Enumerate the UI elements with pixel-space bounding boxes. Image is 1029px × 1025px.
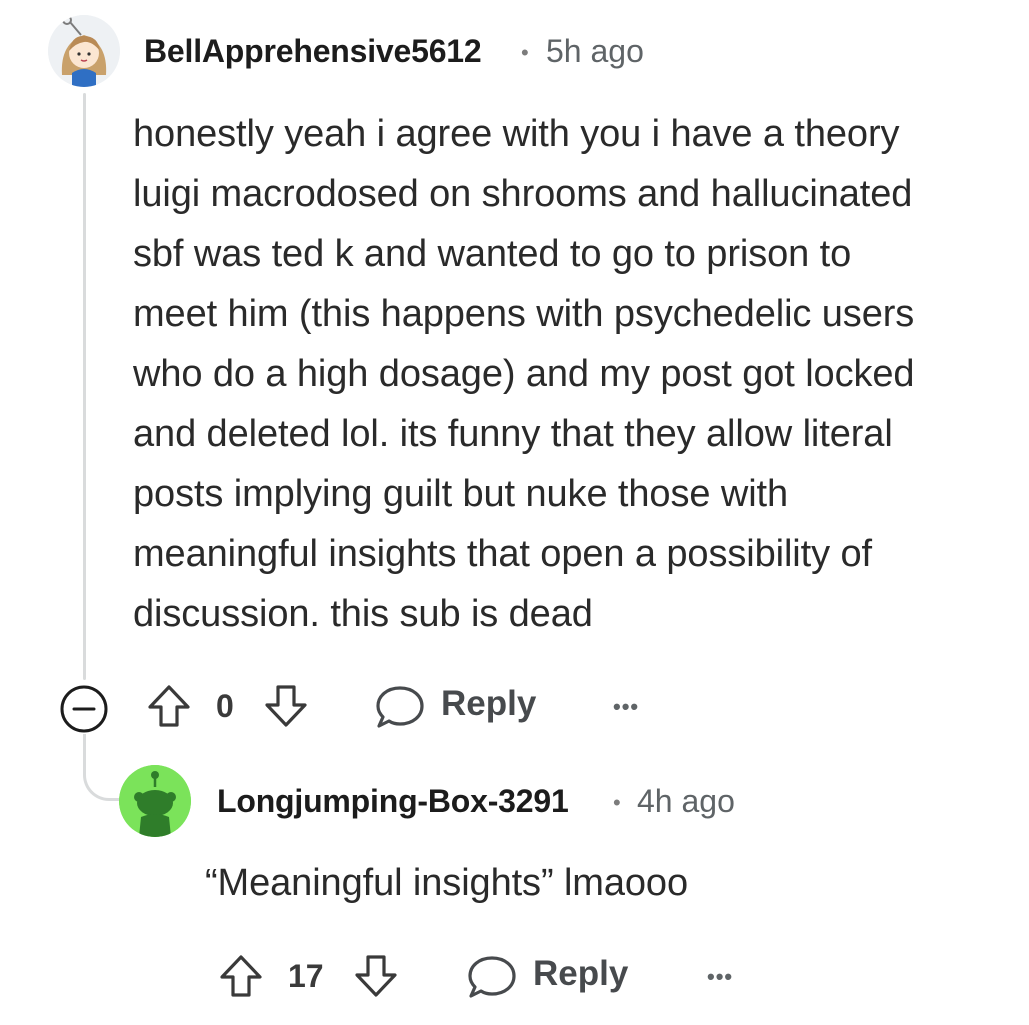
downvote-button[interactable] [263,683,309,734]
collapse-button[interactable] [58,683,110,740]
speech-bubble-icon [376,686,424,728]
reply-label[interactable]: Reply [533,954,628,994]
speech-bubble-icon [468,956,516,998]
arrow-down-icon [265,685,307,727]
username[interactable]: Longjumping-Box-3291 [217,783,569,820]
comment-line: and deleted lol. its funny that they all… [133,413,893,455]
comment-line: meet him (this happens with psychedelic … [133,293,915,335]
comment-body: honestly yeah i agree with you i have a … [133,104,915,644]
minus-circle-icon [60,685,108,733]
timestamp: 5h ago [546,33,644,69]
avatar[interactable] [119,765,191,837]
reply-button[interactable] [374,683,426,736]
arrow-down-icon [355,955,397,997]
upvote-button[interactable] [218,953,264,1004]
arrow-up-icon [220,955,262,997]
comment-line: meaningful insights that open a possibil… [133,533,872,575]
thread-line [83,93,86,680]
comment-body: “Meaningful insights” lmaooo [205,853,688,913]
timestamp: 4h ago [637,783,735,819]
more-options-button[interactable]: ••• [707,964,733,990]
comment-line: posts implying guilt but nuke those with [133,473,789,515]
upvote-button[interactable] [146,683,192,734]
comment-line: honestly yeah i agree with you i have a … [133,113,900,155]
thread-connector [83,734,124,801]
reply-button[interactable] [466,953,518,1006]
comment-line: discussion. this sub is dead [133,593,593,635]
comment-line: luigi macrodosed on shrooms and hallucin… [133,173,913,215]
vote-count: 17 [288,958,324,994]
comment-line: who do a high dosage) and my post got lo… [133,353,915,395]
comment-line: “Meaningful insights” lmaooo [205,862,688,904]
more-options-button[interactable]: ••• [613,694,639,720]
vote-count: 0 [216,688,234,724]
avatar-image [48,15,120,87]
arrow-up-icon [148,685,190,727]
separator-dot: • [613,790,621,815]
snoo-avatar-icon [119,765,191,837]
reply-label[interactable]: Reply [441,684,536,724]
downvote-button[interactable] [353,953,399,1004]
username[interactable]: BellApprehensive5612 [144,33,482,70]
avatar[interactable] [48,15,120,87]
separator-dot: • [521,40,529,65]
comment-line: sbf was ted k and wanted to go to prison… [133,233,852,275]
